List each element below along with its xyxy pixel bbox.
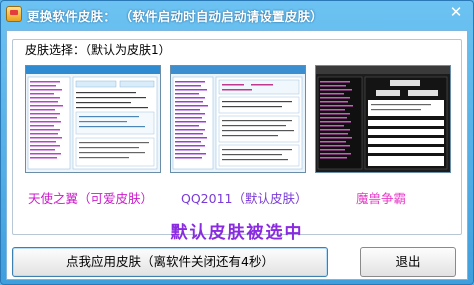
close-icon[interactable]: ✕ [441, 2, 471, 22]
app-icon [6, 6, 22, 22]
apply-skin-button[interactable]: 点我应用皮肤（离软件关闭还有4秒） [12, 247, 328, 277]
skin-selection-group: 皮肤选择：（默认为皮肤1） 天使之翼（可爱皮肤） QQ2011（默认皮肤） 魔兽… [12, 39, 462, 235]
skin-preview-image [26, 66, 160, 170]
skin-thumbnail-warcraft[interactable] [315, 65, 451, 173]
skin-dialog: 更换软件皮肤： （软件启动时自动启动请设置皮肤） ✕ 皮肤选择：（默认为皮肤1） [0, 0, 474, 285]
dialog-body: 皮肤选择：（默认为皮肤1） 天使之翼（可爱皮肤） QQ2011（默认皮肤） 魔兽… [6, 30, 468, 280]
skin-name-angel-wings[interactable]: 天使之翼（可爱皮肤） [28, 188, 153, 207]
window-title: 更换软件皮肤： （软件启动时自动启动请设置皮肤） [27, 6, 323, 25]
skin-group-label: 皮肤选择：（默认为皮肤1） [23, 41, 173, 58]
exit-button[interactable]: 退出 [360, 247, 456, 277]
skin-preview-image [316, 66, 450, 170]
selection-status: 默认皮肤被选中 [170, 223, 304, 243]
window-title-main: 更换软件皮肤： [27, 9, 116, 24]
skin-name-warcraft[interactable]: 魔兽争霸 [356, 188, 406, 207]
skin-thumbnail-qq2011[interactable] [170, 65, 306, 173]
window-title-hint: （软件启动时自动启动请设置皮肤） [125, 9, 323, 24]
skin-preview-image [171, 66, 305, 170]
skin-name-qq2011[interactable]: QQ2011（默认皮肤） [181, 188, 308, 207]
title-bar[interactable]: 更换软件皮肤： （软件启动时自动启动请设置皮肤） ✕ [1, 1, 473, 27]
skin-thumbnail-angel-wings[interactable] [25, 65, 161, 173]
